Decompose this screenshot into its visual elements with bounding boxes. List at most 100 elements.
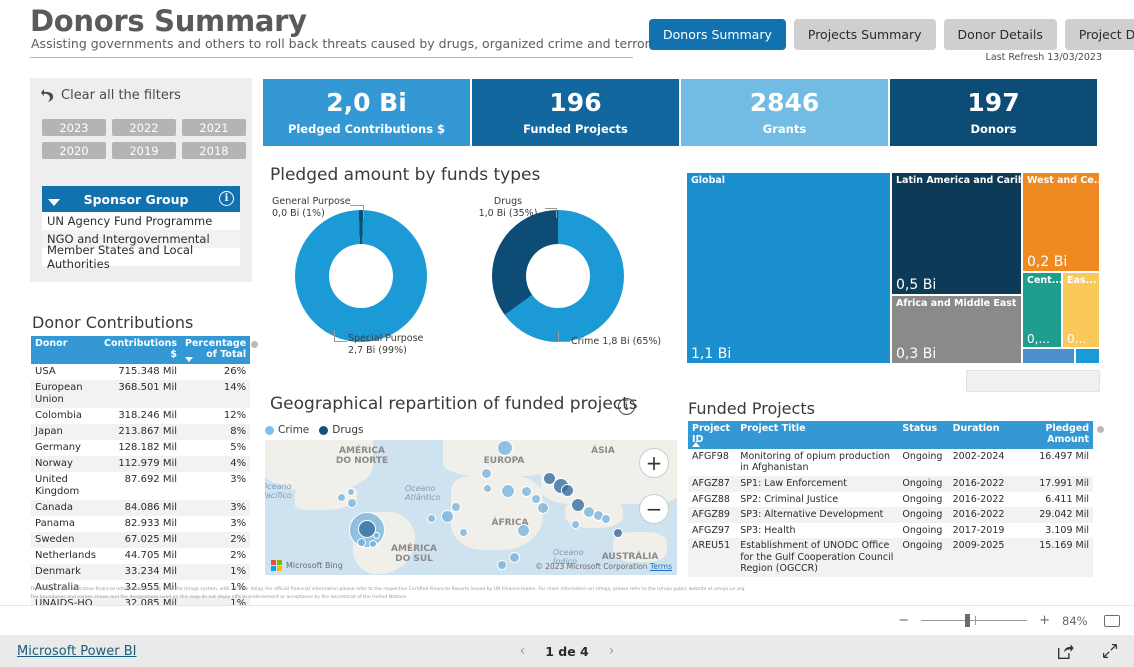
table-row[interactable]: Colombia 318.246 Mil 12% <box>31 408 250 424</box>
map-bubble[interactable] <box>481 468 492 479</box>
map-bubble[interactable] <box>521 486 532 497</box>
map-bubble[interactable] <box>347 498 357 508</box>
map-bubble[interactable] <box>517 524 530 537</box>
zoom-in-button[interactable]: + <box>1039 613 1050 628</box>
map-bubble[interactable] <box>571 520 580 529</box>
map-bubble[interactable] <box>357 538 366 547</box>
treemap-cell-central[interactable]: Cent... 0,... <box>1022 272 1062 348</box>
zoom-slider[interactable] <box>921 614 1028 627</box>
tab-project-details[interactable]: Project Details <box>1064 19 1134 50</box>
map-bubble[interactable] <box>369 540 377 548</box>
map-bubble[interactable] <box>441 510 454 523</box>
legend-item-drugs[interactable]: Drugs <box>319 424 363 436</box>
map-bubble[interactable] <box>483 484 492 493</box>
tab-projects-summary[interactable]: Projects Summary <box>793 19 936 50</box>
year-filter-2020[interactable]: 2020 <box>42 142 106 159</box>
col-project-title[interactable]: Project Title <box>736 421 899 449</box>
cell-contributions: 33.234 Mil <box>99 563 182 580</box>
map-bubble[interactable] <box>373 532 380 539</box>
table-row[interactable]: Canada 84.086 Mil 3% <box>31 499 251 516</box>
map-bubble[interactable] <box>347 488 355 496</box>
table-row[interactable]: Panama 82.933 Mil 3% <box>31 516 250 532</box>
year-filter-2018[interactable]: 2018 <box>182 142 246 159</box>
clear-all-filters-button[interactable]: Clear all the filters <box>40 88 181 103</box>
map-bubble[interactable] <box>427 514 436 523</box>
map-bubble[interactable] <box>497 560 507 570</box>
map-bubble[interactable] <box>459 528 468 537</box>
tab-donors-summary[interactable]: Donors Summary <box>649 19 786 50</box>
table-row[interactable]: Germany 128.182 Mil 5% <box>31 440 250 456</box>
table-row[interactable]: AFGZ89 SP3: Alternative Development Ongoin… <box>688 507 1093 523</box>
table-row[interactable]: AFGZ97 SP3: Health Ongoing 2017-2019 3.109 M… <box>688 523 1093 539</box>
donut-chart-theme[interactable] <box>492 210 624 342</box>
fullscreen-icon[interactable] <box>1102 643 1118 659</box>
sponsor-item-member-states[interactable]: Member States and Local Authorities <box>42 243 240 271</box>
info-icon[interactable]: i <box>219 191 234 206</box>
table-row[interactable]: AFGZ88 SP2: Criminal Justice Ongoing 2016-2… <box>688 492 1093 508</box>
treemap-search-box[interactable] <box>966 370 1100 392</box>
zoom-out-button[interactable]: − <box>898 613 909 628</box>
table-row[interactable]: AFGF98 Monitoring of opium production in … <box>688 449 1093 476</box>
treemap-cell-east[interactable]: Eas... 0... <box>1062 272 1100 348</box>
donut-value-drugs: 1,0 Bi (35%) <box>478 207 538 219</box>
treemap-cell-latin-america[interactable]: Latin America and Caribbe... 0,5 Bi <box>891 172 1022 295</box>
kpi-pledged-contributions[interactable]: 2,0 Bi Pledged Contributions $ <box>263 79 470 146</box>
sponsor-group-header[interactable]: Sponsor Group i <box>42 186 240 212</box>
map-bubble[interactable] <box>337 493 346 502</box>
map-zoom-in-button[interactable]: + <box>639 448 669 478</box>
map-terms-link[interactable]: Terms <box>650 562 672 571</box>
fit-to-page-icon[interactable] <box>1104 614 1120 627</box>
col-project-id[interactable]: Project ID <box>688 421 737 449</box>
sponsor-item-un-agency[interactable]: UN Agency Fund Programme <box>42 212 240 230</box>
table-row[interactable]: Norway 112.979 Mil 4% <box>31 455 251 472</box>
map-bubble[interactable] <box>501 484 515 498</box>
table-row[interactable]: Japan 213.867 Mil 8% <box>31 423 251 440</box>
year-filter-2021[interactable]: 2021 <box>182 119 246 136</box>
map-bubble[interactable] <box>509 552 520 563</box>
table-row[interactable]: USA 715.348 Mil 26% <box>31 364 250 380</box>
map-bubble[interactable] <box>601 514 611 524</box>
map-zoom-out-button[interactable]: − <box>639 494 669 524</box>
world-map[interactable]: OceanoPacífico OceanoAtlântico OceanoÍnd… <box>265 440 677 575</box>
col-percentage[interactable]: Percentage of Total <box>181 336 251 364</box>
col-duration[interactable]: Duration <box>948 421 1010 449</box>
tab-donor-details[interactable]: Donor Details <box>943 19 1057 50</box>
table-row[interactable]: AREU51 Establishment of UNODC Office for … <box>688 538 1093 577</box>
treemap-cell-small-2[interactable] <box>1075 348 1100 364</box>
table-row[interactable]: Netherlands 44.705 Mil 2% <box>31 548 250 564</box>
treemap-cell-global[interactable]: Global 1,1 Bi <box>686 172 891 364</box>
kpi-grants[interactable]: 2846 Grants <box>681 79 888 146</box>
treemap-cell-west-central[interactable]: West and Ce... 0,2 Bi <box>1022 172 1100 272</box>
legend-item-crime[interactable]: Crime <box>265 424 309 436</box>
share-icon[interactable] <box>1057 643 1074 660</box>
col-pledged-amount[interactable]: Pledged Amount <box>1009 421 1093 449</box>
kpi-donors[interactable]: 197 Donors <box>890 79 1097 146</box>
kpi-funded-projects[interactable]: 196 Funded Projects <box>472 79 679 146</box>
map-bubble[interactable] <box>451 502 461 512</box>
map-bubble[interactable] <box>613 528 623 538</box>
col-contributions[interactable]: Contributions $ <box>99 336 182 364</box>
map-bubble[interactable] <box>561 484 574 497</box>
chevron-left-icon[interactable]: ‹ <box>520 643 526 659</box>
chevron-right-icon[interactable]: › <box>609 643 615 659</box>
table-row[interactable]: Sweden 67.025 Mil 2% <box>31 531 251 548</box>
powerbi-brand-link[interactable]: Microsoft Power BI <box>17 644 136 659</box>
col-status[interactable]: Status <box>898 421 949 449</box>
year-filter-2023[interactable]: 2023 <box>42 119 106 136</box>
table-row[interactable]: United Kingdom 87.692 Mil 3% <box>31 472 250 500</box>
treemap-cell-africa-middle-east[interactable]: Africa and Middle East 0,3 Bi <box>891 295 1022 364</box>
treemap-cell-small-1[interactable] <box>1022 348 1075 364</box>
year-filter-2022[interactable]: 2022 <box>112 119 176 136</box>
col-donor[interactable]: Donor <box>31 336 100 364</box>
zoom-slider-thumb[interactable] <box>965 614 971 627</box>
year-filter-2019[interactable]: 2019 <box>112 142 176 159</box>
info-icon[interactable]: i <box>618 398 635 415</box>
table-row[interactable]: European Union 368.501 Mil 14% <box>31 379 251 408</box>
donor-table-scroll-indicator[interactable] <box>251 341 258 348</box>
map-bubble[interactable] <box>497 440 513 456</box>
table-row[interactable]: AFGZ87 SP1: Law Enforcement Ongoing 2016-20… <box>688 476 1093 492</box>
donut-chart-fund-type[interactable] <box>295 210 427 342</box>
map-bubble[interactable] <box>537 502 549 514</box>
cell-project-id: AFGF98 <box>692 450 729 462</box>
table-row[interactable]: Denmark 33.234 Mil 1% <box>31 563 251 580</box>
